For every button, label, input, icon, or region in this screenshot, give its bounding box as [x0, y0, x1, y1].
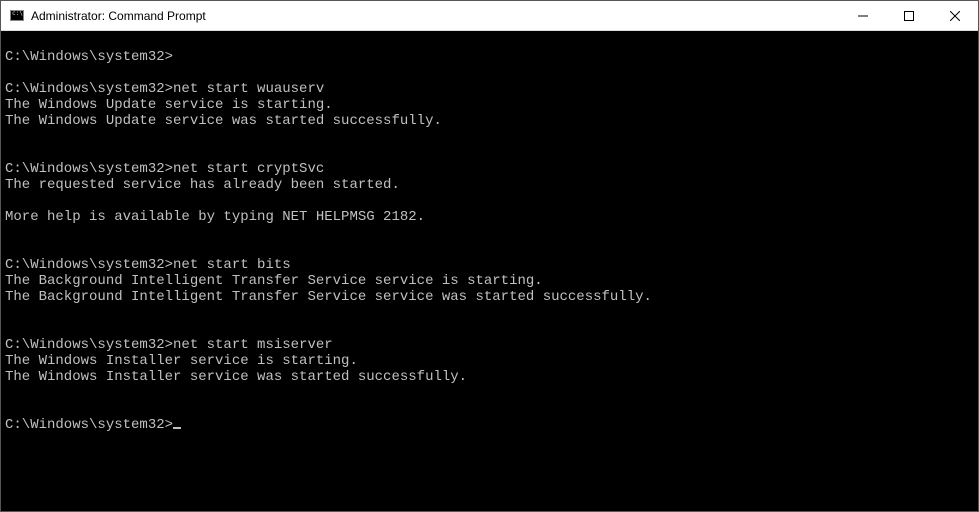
maximize-button[interactable] [886, 1, 932, 30]
window-title: Administrator: Command Prompt [31, 9, 840, 23]
terminal-line: C:\Windows\system32>net start bits [5, 257, 974, 273]
terminal-line: The Windows Update service was started s… [5, 113, 974, 129]
cursor [173, 427, 181, 429]
terminal-line: C:\Windows\system32> [5, 49, 974, 65]
close-button[interactable] [932, 1, 978, 30]
minimize-icon [858, 11, 868, 21]
terminal-line: The Windows Update service is starting. [5, 97, 974, 113]
terminal-line: The requested service has already been s… [5, 177, 974, 193]
cmd-icon [9, 8, 25, 24]
terminal-line [5, 321, 974, 337]
terminal-line [5, 33, 974, 49]
terminal-line [5, 305, 974, 321]
terminal-line: The Windows Installer service is startin… [5, 353, 974, 369]
terminal-line: C:\Windows\system32>net start msiserver [5, 337, 974, 353]
window-controls [840, 1, 978, 30]
command-prompt-window: Administrator: Command Prompt C:\Windows… [0, 0, 979, 512]
terminal-line [5, 225, 974, 241]
close-icon [950, 11, 960, 21]
terminal-line: The Background Intelligent Transfer Serv… [5, 289, 974, 305]
titlebar[interactable]: Administrator: Command Prompt [1, 1, 978, 31]
terminal-line [5, 241, 974, 257]
terminal-line [5, 401, 974, 417]
terminal-line: The Background Intelligent Transfer Serv… [5, 273, 974, 289]
terminal-line [5, 129, 974, 145]
terminal-line: More help is available by typing NET HEL… [5, 209, 974, 225]
terminal-line: C:\Windows\system32>net start wuauserv [5, 81, 974, 97]
terminal-line [5, 145, 974, 161]
minimize-button[interactable] [840, 1, 886, 30]
terminal-line [5, 65, 974, 81]
terminal-line: The Windows Installer service was starte… [5, 369, 974, 385]
terminal-line: C:\Windows\system32>net start cryptSvc [5, 161, 974, 177]
terminal-line [5, 193, 974, 209]
terminal-line [5, 385, 974, 401]
terminal-output[interactable]: C:\Windows\system32> C:\Windows\system32>… [1, 31, 978, 511]
terminal-line: C:\Windows\system32> [5, 417, 974, 433]
maximize-icon [904, 11, 914, 21]
